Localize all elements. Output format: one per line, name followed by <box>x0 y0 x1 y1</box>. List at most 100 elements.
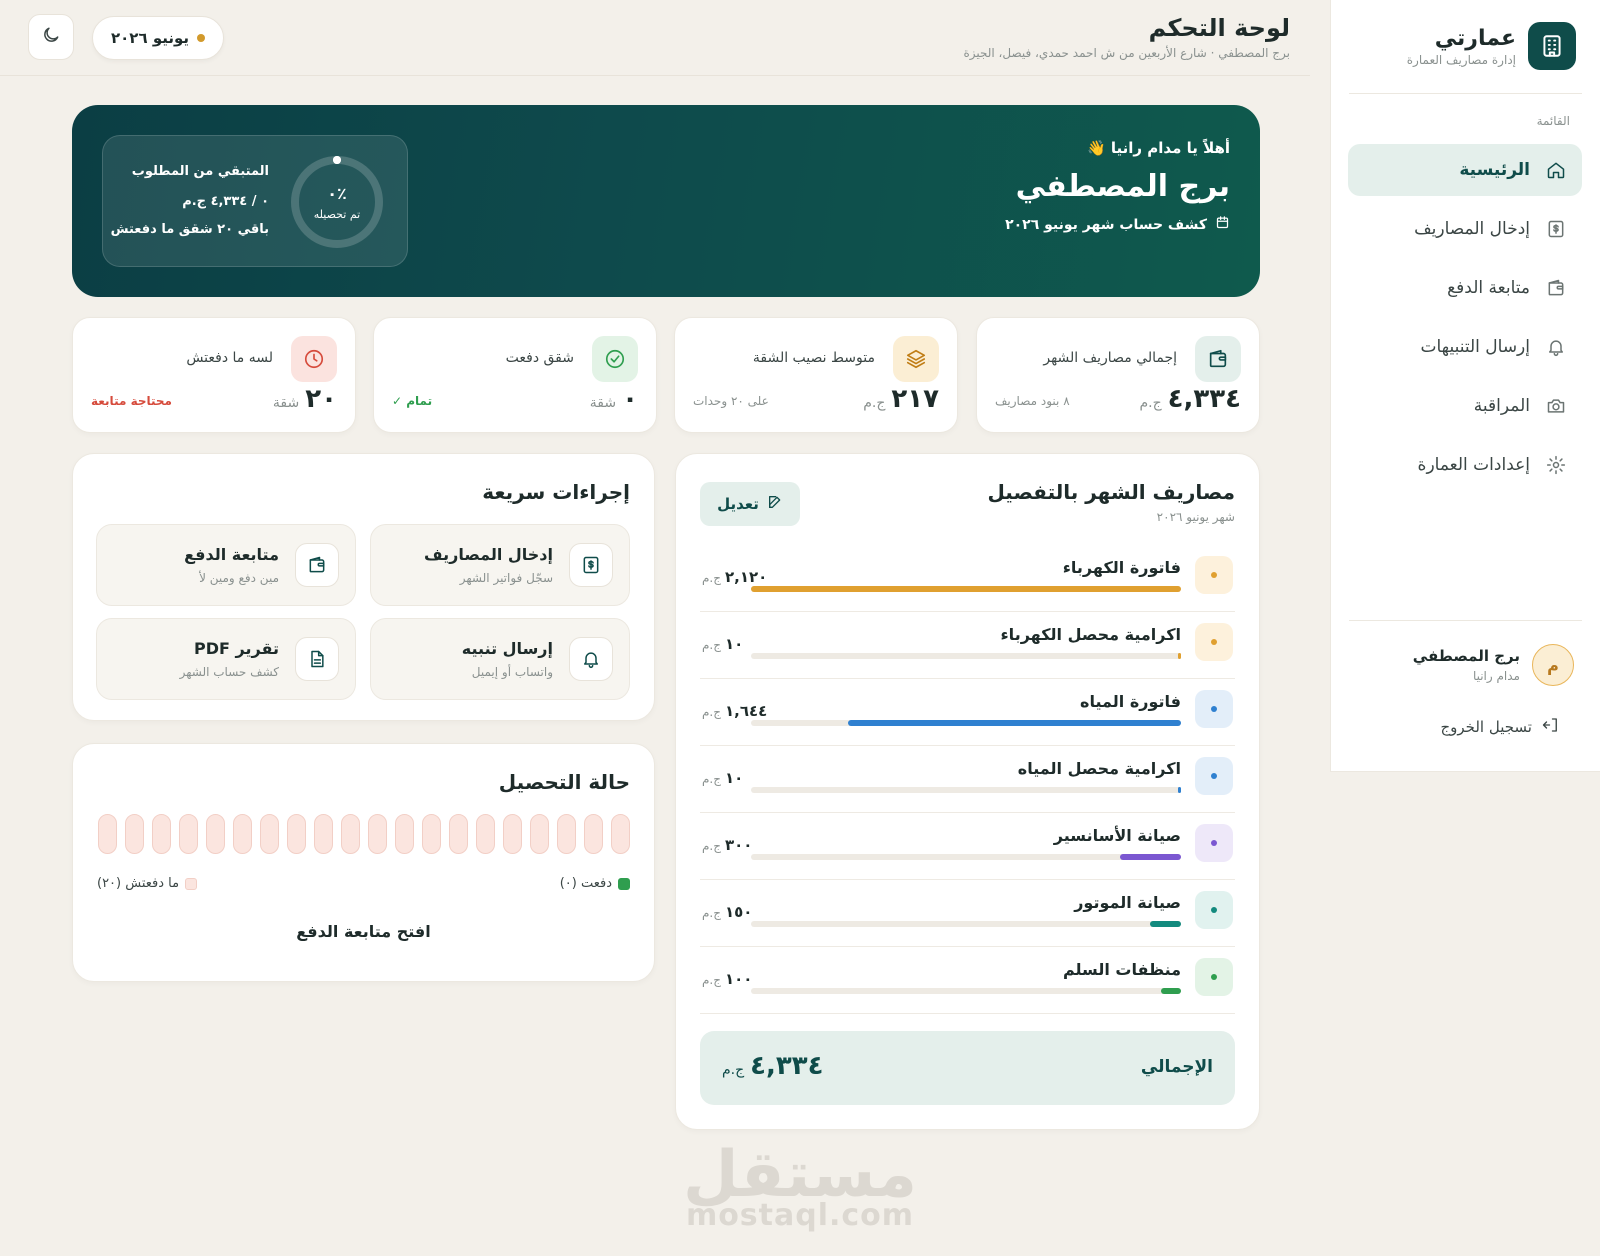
stat-note: ٨ بنود مصاريف <box>995 394 1070 408</box>
quick-action-expenses[interactable]: إدخال المصاريف سجّل فواتير الشهر <box>370 524 630 606</box>
sidebar-divider <box>1349 620 1582 621</box>
quick-action-subtitle: سجّل فواتير الشهر <box>459 571 553 585</box>
expense-amount-value: ٣٠٠ <box>725 836 753 854</box>
expense-amount: ١٠٠ ج.م <box>702 970 752 988</box>
unit-status-pill[interactable] <box>206 814 225 854</box>
unit-status-pill[interactable] <box>530 814 549 854</box>
stat-value: ٤,٣٣٤ ج.م <box>1139 384 1241 414</box>
expenses-total: الإجمالي ٤,٣٣٤ ج.م <box>700 1031 1235 1105</box>
sidebar-item-payments[interactable]: متابعة الدفع <box>1348 262 1582 314</box>
brand-subtitle: إدارة مصاريف العمارة <box>1406 52 1516 67</box>
quick-action-send-alert[interactable]: إرسال تنبيه واتساب أو إيميل <box>370 618 630 700</box>
unit-status-pill[interactable] <box>395 814 414 854</box>
expense-bar-track <box>751 787 1181 793</box>
logout-label: تسجيل الخروج <box>1440 718 1532 736</box>
stat-label: لسه ما دفعتش <box>186 350 273 366</box>
quick-action-pdf-report[interactable]: تقرير PDF كشف حساب الشهر <box>96 618 356 700</box>
unit-status-pill[interactable] <box>503 814 522 854</box>
expenses-title: مصاريف الشهر بالتفصيل <box>987 480 1235 504</box>
stat-card-total-expenses: إجمالي مصاريف الشهر ٤,٣٣٤ ج.م ٨ بنود مصار… <box>976 317 1260 433</box>
sidebar: عمارتي إدارة مصاريف العمارة القائمة الرئ… <box>1330 0 1600 772</box>
unit-status-pill[interactable] <box>314 814 333 854</box>
unit-status-pill[interactable] <box>233 814 252 854</box>
stat-number: ٢٠ <box>305 384 337 414</box>
stat-note: تمام ✓ <box>392 394 433 408</box>
expense-bullet <box>1195 958 1233 996</box>
expense-amount: ١,٦٤٤ ج.م <box>702 702 767 720</box>
user-profile[interactable]: م برج المصطفي مدام رانيا <box>1413 644 1574 686</box>
sidebar-item-settings[interactable]: إعدادات العمارة <box>1348 439 1582 491</box>
unit-status-pill[interactable] <box>152 814 171 854</box>
expense-name: اكرامية محصل الكهرباء <box>1000 625 1182 644</box>
sidebar-item-home[interactable]: الرئيسية <box>1348 144 1582 196</box>
unit-status-pill[interactable] <box>449 814 468 854</box>
home-icon <box>1544 158 1568 182</box>
stat-unit: شقة <box>272 395 300 411</box>
expense-amount: ١٥٠ ج.م <box>702 903 752 921</box>
stat-label: شقق دفعت <box>505 350 574 366</box>
expense-bullet <box>1195 690 1233 728</box>
expense-bullet <box>1195 757 1233 795</box>
expense-amount-value: ١,٦٤٤ <box>725 702 768 720</box>
expense-currency: ج.م <box>702 571 721 585</box>
quick-action-title: متابعة الدفع <box>184 545 279 564</box>
expense-bar-fill <box>1178 653 1181 659</box>
expense-name: صيانة الأسانسير <box>1053 826 1181 845</box>
expense-currency: ج.م <box>702 906 721 920</box>
sidebar-item-alerts[interactable]: إرسال التنبيهات <box>1348 321 1582 373</box>
unit-status-pill[interactable] <box>125 814 144 854</box>
sidebar-item-expenses[interactable]: إدخال المصاريف <box>1348 203 1582 255</box>
open-payments-link[interactable]: افتح متابعة الدفع <box>73 922 654 941</box>
unit-status-pill[interactable] <box>287 814 306 854</box>
stat-unit: ج.م <box>863 395 886 411</box>
expense-currency: ج.م <box>702 705 721 719</box>
bell-icon <box>569 637 613 681</box>
logout-button[interactable]: تسجيل الخروج <box>1440 716 1560 738</box>
expense-row: منظفات السلم ١٠٠ ج.م <box>700 948 1235 1014</box>
unit-status-pill[interactable] <box>557 814 576 854</box>
stat-card-unpaid-units: لسه ما دفعتش ٢٠ شقة محتاجة متابعة <box>72 317 356 433</box>
expense-bar-track <box>751 988 1181 994</box>
unit-status-pill[interactable] <box>179 814 198 854</box>
expense-name: اكرامية محصل المياه <box>1017 759 1181 778</box>
unit-status-pill[interactable] <box>476 814 495 854</box>
month-dot <box>197 34 206 42</box>
unit-status-pill[interactable] <box>260 814 279 854</box>
collection-progress-knob <box>333 156 341 164</box>
expense-name: منظفات السلم <box>1062 960 1181 979</box>
clock-icon <box>291 336 337 382</box>
logout-icon <box>1542 716 1560 738</box>
unit-status-pill[interactable] <box>422 814 441 854</box>
stat-unit: شقة <box>589 395 617 411</box>
unit-status-pill[interactable] <box>368 814 387 854</box>
expense-bar-fill <box>1160 988 1181 994</box>
camera-icon <box>1544 394 1568 418</box>
unit-status-pill[interactable] <box>98 814 117 854</box>
theme-toggle-button[interactable] <box>28 14 74 60</box>
sidebar-item-monitoring[interactable]: المراقبة <box>1348 380 1582 432</box>
expense-bullet <box>1195 824 1233 862</box>
unit-status-pill[interactable] <box>611 814 630 854</box>
expense-row: اكرامية محصل المياه ١٠ ج.م <box>700 747 1235 813</box>
edit-expenses-button[interactable]: تعديل <box>700 482 800 526</box>
stat-value: ٠ شقة <box>590 384 638 414</box>
bell-icon <box>1544 335 1568 359</box>
month-selector[interactable]: يونيو ٢٠٢٦ <box>92 16 225 60</box>
expense-row: اكرامية محصل الكهرباء ١٠ ج.م <box>700 613 1235 679</box>
quick-action-payments[interactable]: متابعة الدفع مين دفع ومين لأ <box>96 524 356 606</box>
brand[interactable]: عمارتي إدارة مصاريف العمارة <box>1407 22 1576 70</box>
hero-building-name: برج المصطفي <box>1015 169 1230 204</box>
collection-summary-card: ٪٠ تم تحصيله المتبقي من المطلوب ٠ / ٤,٣٣… <box>102 135 408 267</box>
unit-status-pill[interactable] <box>341 814 360 854</box>
unit-status-pill[interactable] <box>584 814 603 854</box>
expenses-subtitle: شهر يونيو ٢٠٢٦ <box>1156 510 1235 524</box>
expense-bar-track <box>751 921 1181 927</box>
legend-unpaid: ما دفعتش (٢٠) <box>97 876 198 891</box>
expense-bar-fill <box>847 720 1181 726</box>
remaining-amount: ٠ / ٤,٣٣٤ ج.م <box>182 194 269 209</box>
page-subtitle: برج المصطفي · شارع الأربعين من ش احمد حم… <box>963 46 1290 60</box>
hero-period: كشف حساب شهر يونيو ٢٠٢٦ <box>1005 215 1230 234</box>
legend-paid-swatch <box>618 877 630 890</box>
expense-currency: ج.م <box>702 638 721 652</box>
expense-bullet <box>1195 623 1233 661</box>
